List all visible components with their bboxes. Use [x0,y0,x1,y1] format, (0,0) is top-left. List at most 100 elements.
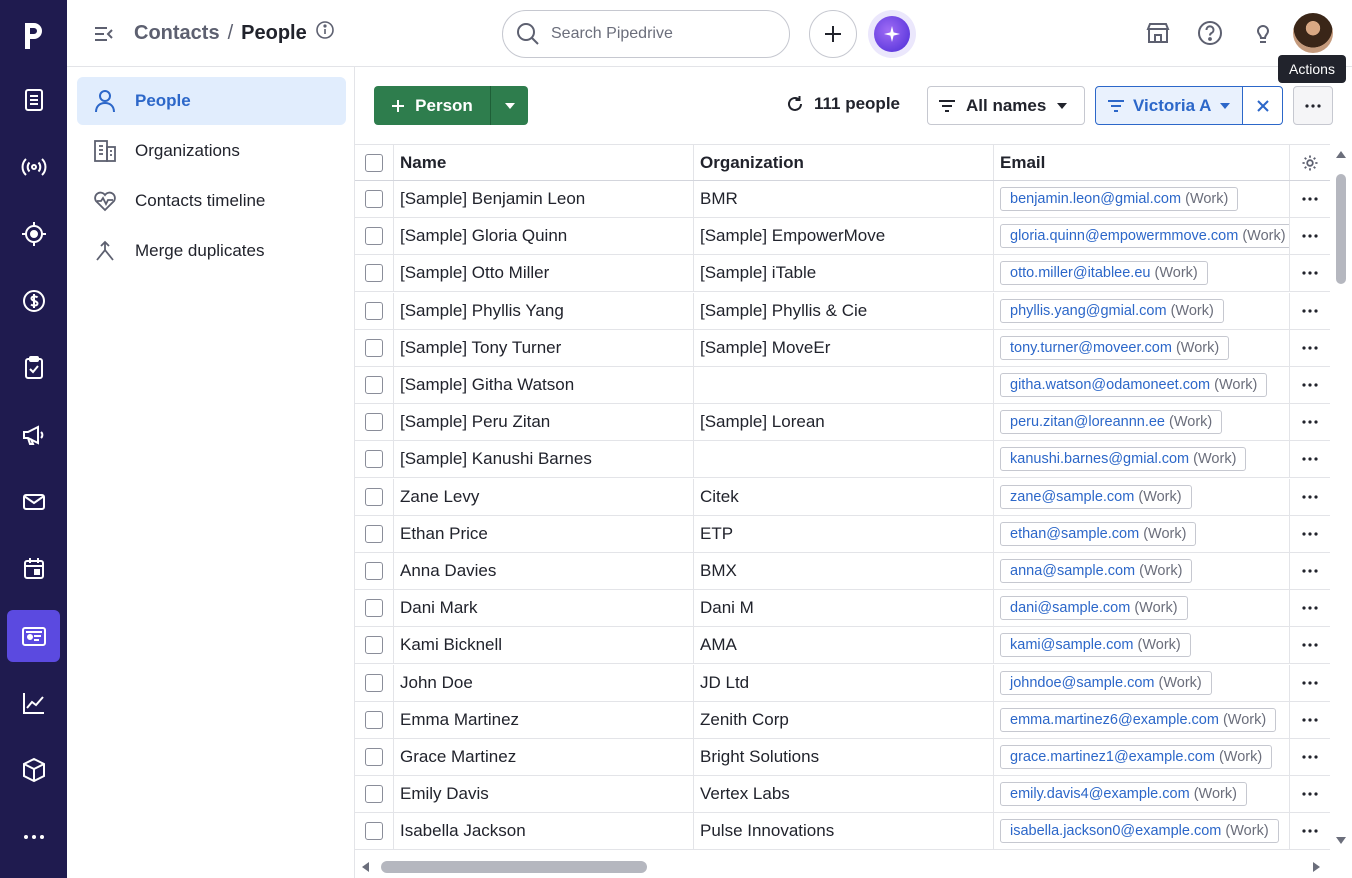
email-pill[interactable]: tony.turner@moveer.com (Work) [1000,335,1230,360]
vertical-scrollbar[interactable] [1330,144,1352,851]
email-pill[interactable]: grace.martinez1@example.com (Work) [1000,745,1273,769]
email-pill[interactable]: emily.davis4@example.com (Work) [1000,782,1247,807]
person-name[interactable]: [Sample] Benjamin Leon [394,181,694,217]
row-actions-icon[interactable] [1290,479,1330,515]
row-checkbox[interactable] [365,822,383,841]
sidenav-item-organizations[interactable]: Organizations [77,127,346,175]
table-row[interactable]: [Sample] Otto Miller [Sample] iTable otto.… [355,255,1330,293]
person-name[interactable]: [Sample] Otto Miller [394,255,694,292]
person-name[interactable]: [Sample] Peru Zitan [394,404,694,441]
row-actions-icon[interactable] [1290,330,1330,366]
collapse-menu-icon[interactable] [92,22,116,46]
rail-item-leads[interactable] [7,74,60,126]
person-organization[interactable]: Pulse Innovations [694,813,994,850]
email-pill[interactable]: kanushi.barnes@gmial.com (Work) [1000,447,1247,472]
person-organization[interactable]: [Sample] EmpowerMove [694,218,994,255]
row-actions-icon[interactable] [1290,739,1330,775]
row-checkbox[interactable] [365,785,383,804]
rail-item-activities-checklist[interactable] [7,342,60,394]
column-header-organization[interactable]: Organization [694,145,994,180]
email-pill[interactable]: isabella.jackson0@example.com (Work) [1000,819,1279,844]
owner-filter-dropdown[interactable]: Victoria A [1095,86,1243,125]
email-pill[interactable]: johndoe@sample.com (Work) [1000,670,1212,695]
column-header-email[interactable]: Email [994,145,1290,180]
row-actions-icon[interactable] [1290,813,1330,849]
email-pill[interactable]: phyllis.yang@gmial.com (Work) [1000,298,1224,323]
row-actions-icon[interactable] [1290,776,1330,812]
table-row[interactable]: Emily Davis Vertex Labs emily.davis4@examp… [355,776,1330,814]
person-name[interactable]: [Sample] Kanushi Barnes [394,441,694,478]
email-pill[interactable]: gloria.quinn@empowermmove.com (Work) [1000,224,1289,249]
rail-item-campaigns-signal[interactable] [7,141,60,193]
person-name[interactable]: Grace Martinez [394,739,694,775]
person-name[interactable]: [Sample] Gloria Quinn [394,218,694,255]
row-actions-icon[interactable] [1290,293,1330,329]
rail-item-insights-chart[interactable] [7,677,60,729]
row-checkbox[interactable] [365,450,383,469]
quick-add-button[interactable] [809,10,857,58]
rail-item-target[interactable] [7,208,60,260]
sidenav-item-timeline[interactable]: Contacts timeline [77,177,346,225]
table-row[interactable]: [Sample] Phyllis Yang [Sample] Phyllis & … [355,292,1330,330]
table-row[interactable]: Isabella Jackson Pulse Innovations isabell… [355,813,1330,851]
row-actions-icon[interactable] [1290,702,1330,738]
row-checkbox[interactable] [365,710,383,729]
person-name[interactable]: Emma Martinez [394,701,694,738]
person-organization[interactable]: ETP [694,515,994,552]
person-organization[interactable]: AMA [694,627,994,664]
rail-item-contacts-card[interactable] [7,610,60,662]
table-row[interactable]: Kami Bicknell AMA kami@sample.com (Work) [355,627,1330,665]
person-name[interactable]: [Sample] Phyllis Yang [394,292,694,329]
rail-item-mail[interactable] [7,476,60,528]
row-actions-icon[interactable] [1290,367,1330,403]
email-pill[interactable]: kami@sample.com (Work) [1000,633,1191,658]
add-person-button[interactable]: Person [374,86,490,125]
person-name[interactable]: [Sample] Tony Turner [394,329,694,366]
user-avatar[interactable] [1293,13,1333,53]
row-actions-icon[interactable] [1290,218,1330,254]
table-row[interactable]: [Sample] Gloria Quinn [Sample] EmpowerMov… [355,218,1330,256]
sidenav-item-merge-duplicates[interactable]: Merge duplicates [77,227,346,275]
row-checkbox[interactable] [365,748,383,766]
person-name[interactable]: Isabella Jackson [394,813,694,850]
email-pill[interactable]: ethan@sample.com (Work) [1000,521,1197,546]
person-organization[interactable]: BMR [694,181,994,217]
email-pill[interactable]: zane@sample.com (Work) [1000,484,1192,509]
person-organization[interactable]: Dani M [694,590,994,627]
select-all-checkbox[interactable] [365,153,383,172]
row-actions-icon[interactable] [1290,255,1330,291]
add-options-dropdown[interactable] [490,86,528,125]
row-actions-icon[interactable] [1290,665,1330,701]
person-name[interactable]: Dani Mark [394,590,694,627]
email-pill[interactable]: dani@sample.com (Work) [1000,596,1188,621]
person-organization[interactable]: [Sample] iTable [694,255,994,292]
help-icon[interactable] [1195,18,1225,48]
person-organization[interactable] [694,367,994,403]
person-organization[interactable]: Zenith Corp [694,701,994,738]
row-checkbox[interactable] [365,524,383,543]
row-actions-icon[interactable] [1290,181,1330,217]
row-actions-icon[interactable] [1290,590,1330,626]
vertical-scroll-thumb[interactable] [1336,174,1346,284]
person-organization[interactable]: JD Ltd [694,664,994,701]
table-row[interactable]: Dani Mark Dani Mdani@sample.com (Work) [355,590,1330,628]
column-header-name[interactable]: Name [394,145,694,180]
horizontal-scrollbar[interactable] [355,857,1330,878]
row-checkbox[interactable] [365,673,383,692]
person-name[interactable]: Kami Bicknell [394,627,694,664]
person-name[interactable]: John Doe [394,664,694,701]
person-organization[interactable]: [Sample] Phyllis & Cie [694,292,994,329]
table-row[interactable]: Grace Martinez Bright Solutions grace.mart… [355,739,1330,776]
pipedrive-logo[interactable] [0,0,67,67]
table-row[interactable]: [Sample] Peru Zitan [Sample] Lorean peru.z… [355,404,1330,442]
email-pill[interactable]: emma.martinez6@example.com (Work) [1000,707,1277,732]
row-checkbox[interactable] [365,413,383,432]
person-organization[interactable] [694,441,994,478]
row-checkbox[interactable] [365,487,383,506]
rail-item-more-dots[interactable] [7,811,60,863]
clear-filter-button[interactable] [1242,86,1283,125]
person-name[interactable]: Zane Levy [394,478,694,515]
rail-item-megaphone[interactable] [7,409,60,461]
marketplace-store-icon[interactable] [1143,18,1173,48]
row-checkbox[interactable] [365,264,383,283]
